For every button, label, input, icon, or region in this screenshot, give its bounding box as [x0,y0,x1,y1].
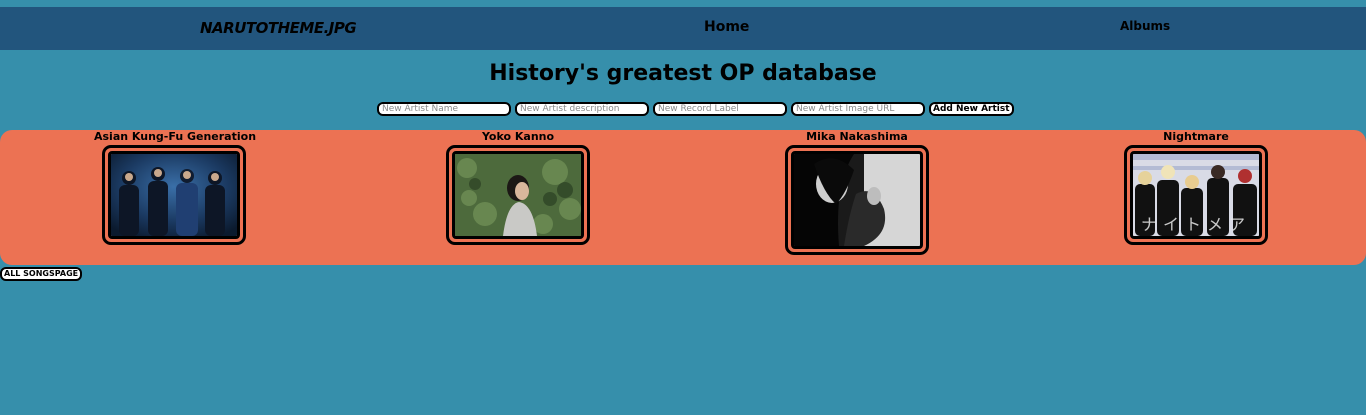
top-strip [0,0,1366,7]
all-songs-page-button[interactable]: ALL SONGSPAGE [0,267,83,281]
artist-name: Nightmare [1163,130,1229,143]
record-label-input[interactable] [653,102,787,116]
artist-photo: ナイトメア [1133,154,1259,236]
artist-card-asian-kung-fu-generation[interactable]: Asian Kung-Fu Generation [94,130,257,245]
artist-name: Yoko Kanno [481,130,555,143]
artist-card-nightmare[interactable]: Nightmare ナイトメア [1116,130,1276,245]
artist-photo [455,154,581,236]
page-title: History's greatest OP database [489,61,877,86]
artist-description-input[interactable] [515,102,649,116]
artist-card-yoko-kanno[interactable]: Yoko Kanno [438,130,598,245]
artist-panel: Asian Kung-Fu Generation Yoko Kanno Mika… [0,130,1366,265]
artist-image-url-input[interactable] [791,102,925,116]
nav-albums-link[interactable]: Albums [1120,19,1170,33]
artist-card-mika-nakashima[interactable]: Mika Nakashima [777,130,937,255]
artist-image-frame [446,145,590,245]
artist-name: Mika Nakashima [806,130,908,143]
artist-photo [794,154,920,246]
artist-image-frame: ナイトメア [1124,145,1268,245]
add-new-artist-button[interactable]: Add New Artist [929,102,1014,116]
navbar: NARUTOTHEME.JPG Home Albums [0,7,1366,50]
artist-name: Asian Kung-Fu Generation [94,130,257,143]
add-artist-form: Add New Artist [377,102,1014,116]
brand-logo-link[interactable]: NARUTOTHEME.JPG [200,19,357,37]
artist-image-frame [785,145,929,255]
artist-photo [111,154,237,236]
nightmare-katakana-text: ナイトメア [1141,215,1251,234]
nav-home-link[interactable]: Home [704,19,749,35]
artist-name-input[interactable] [377,102,511,116]
artist-image-frame [102,145,246,245]
